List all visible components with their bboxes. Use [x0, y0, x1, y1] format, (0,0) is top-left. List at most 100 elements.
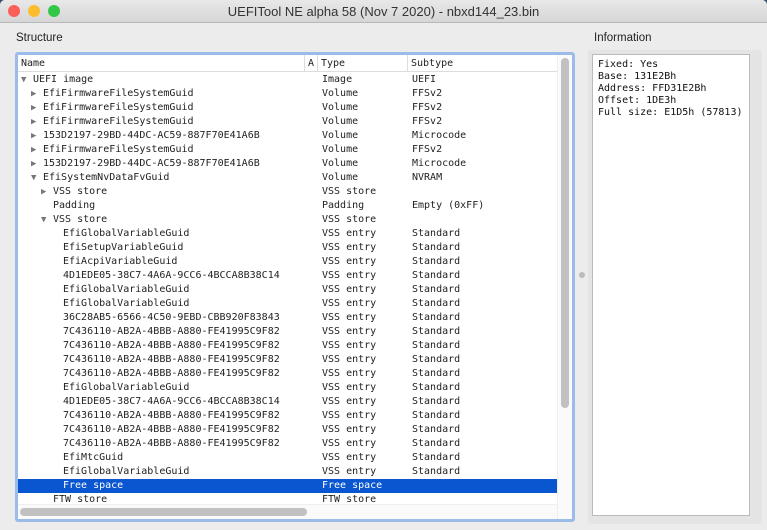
tree-row[interactable]: EfiGlobalVariableGuid VSS entry Standard	[18, 283, 557, 297]
column-header-subtype[interactable]: Subtype	[408, 55, 557, 72]
row-subtype: Empty (0xFF)	[412, 200, 485, 211]
disclosure-expanded-icon[interactable]: ▼	[41, 213, 46, 227]
information-panel: Fixed: Yes Base: 131E2Bh Address: FFD31E2B…	[588, 50, 762, 524]
close-button[interactable]	[8, 5, 20, 17]
disclosure-collapsed-icon[interactable]: ▶	[31, 115, 36, 129]
disclosure-collapsed-icon[interactable]: ▶	[31, 101, 36, 115]
tree-row[interactable]: ▶ VSS store VSS store	[18, 185, 557, 199]
row-name: VSS store	[53, 214, 108, 225]
row-name: EfiSetupVariableGuid	[63, 242, 184, 253]
row-name: EfiGlobalVariableGuid	[63, 466, 190, 477]
tree-row[interactable]: ▶ 153D2197-29BD-44DC-AC59-887F70E41A6B Vol…	[18, 157, 557, 171]
row-subtype: Standard	[412, 354, 461, 365]
row-type: VSS entry	[322, 270, 377, 281]
row-type: Volume	[322, 144, 359, 155]
row-name: 7C436110-AB2A-4BBB-A880-FE41995C9F82	[63, 438, 280, 449]
column-header-a[interactable]: A	[305, 55, 318, 72]
disclosure-collapsed-icon[interactable]: ▶	[31, 157, 36, 171]
tree-row[interactable]: EfiMtcGuid VSS entry Standard	[18, 451, 557, 465]
tree-row[interactable]: 7C436110-AB2A-4BBB-A880-FE41995C9F82 VSS …	[18, 353, 557, 367]
disclosure-collapsed-icon[interactable]: ▶	[31, 143, 36, 157]
tree-row[interactable]: EfiSetupVariableGuid VSS entry Standard	[18, 241, 557, 255]
row-subtype: Standard	[412, 382, 461, 393]
minimize-button[interactable]	[28, 5, 40, 17]
tree-row[interactable]: EfiGlobalVariableGuid VSS entry Standard	[18, 227, 557, 241]
row-name: EfiSystemNvDataFvGuid	[43, 172, 170, 183]
row-name: UEFI image	[33, 74, 94, 85]
disclosure-expanded-icon[interactable]: ▼	[31, 171, 36, 185]
tree-row[interactable]: ▼ VSS store VSS store	[18, 213, 557, 227]
vertical-scroll-thumb[interactable]	[561, 58, 569, 408]
column-header-name[interactable]: Name	[18, 55, 305, 72]
tree-row[interactable]: EfiAcpiVariableGuid VSS entry Standard	[18, 255, 557, 269]
tree-row[interactable]: EfiGlobalVariableGuid VSS entry Standard	[18, 297, 557, 311]
row-type: VSS entry	[322, 242, 377, 253]
row-type: Free space	[322, 480, 383, 491]
row-type: VSS entry	[322, 368, 377, 379]
row-type: VSS entry	[322, 228, 377, 239]
disclosure-collapsed-icon[interactable]: ▶	[31, 129, 36, 143]
horizontal-scroll-thumb[interactable]	[20, 508, 307, 516]
row-type: VSS entry	[322, 466, 377, 477]
row-name: 7C436110-AB2A-4BBB-A880-FE41995C9F82	[63, 340, 280, 351]
row-type: Volume	[322, 102, 359, 113]
row-subtype: Standard	[412, 466, 461, 477]
row-subtype: Standard	[412, 242, 461, 253]
row-type: VSS entry	[322, 354, 377, 365]
tree-row[interactable]: 7C436110-AB2A-4BBB-A880-FE41995C9F82 VSS …	[18, 423, 557, 437]
tree-row[interactable]: ▼ UEFI image Image UEFI	[18, 73, 557, 87]
horizontal-scrollbar[interactable]	[18, 504, 557, 519]
tree-row[interactable]: ▶ EfiFirmwareFileSystemGuid Volume FFSv2	[18, 143, 557, 157]
disclosure-collapsed-icon[interactable]: ▶	[31, 87, 36, 101]
row-subtype: Standard	[412, 270, 461, 281]
tree-row[interactable]: 7C436110-AB2A-4BBB-A880-FE41995C9F82 VSS …	[18, 367, 557, 381]
row-subtype: Standard	[412, 410, 461, 421]
app-window: UEFITool NE alpha 58 (Nov 7 2020) - nbxd…	[0, 0, 767, 530]
information-label: Information	[594, 32, 652, 44]
info-line: Address: FFD31E2Bh	[598, 83, 707, 94]
disclosure-expanded-icon[interactable]: ▼	[21, 73, 26, 87]
tree-row[interactable]: ▶ 153D2197-29BD-44DC-AC59-887F70E41A6B Vol…	[18, 129, 557, 143]
tree-row[interactable]: Padding Padding Empty (0xFF)	[18, 199, 557, 213]
splitter-handle[interactable]	[579, 272, 585, 278]
row-type: Volume	[322, 88, 359, 99]
row-subtype: FFSv2	[412, 102, 443, 113]
row-name: EfiGlobalVariableGuid	[63, 284, 190, 295]
tree-row[interactable]: ▶ EfiFirmwareFileSystemGuid Volume FFSv2	[18, 101, 557, 115]
row-subtype: FFSv2	[412, 116, 443, 127]
tree-row[interactable]: 4D1EDE05-38C7-4A6A-9CC6-4BCCA8B38C14 VSS …	[18, 395, 557, 409]
row-name: EfiMtcGuid	[63, 452, 124, 463]
tree-row[interactable]: ▶ EfiFirmwareFileSystemGuid Volume FFSv2	[18, 87, 557, 101]
row-type: Image	[322, 74, 353, 85]
tree-row[interactable]: 7C436110-AB2A-4BBB-A880-FE41995C9F82 VSS …	[18, 325, 557, 339]
structure-tree[interactable]: Name A Type Subtype ▼ UEFI image Image UEFI…	[15, 52, 575, 522]
row-type: VSS entry	[322, 298, 377, 309]
column-header-type[interactable]: Type	[318, 55, 408, 72]
tree-row[interactable]: ▼ EfiSystemNvDataFvGuid Volume NVRAM	[18, 171, 557, 185]
maximize-button[interactable]	[48, 5, 60, 17]
row-subtype: Standard	[412, 340, 461, 351]
row-subtype: Standard	[412, 438, 461, 449]
row-type: VSS entry	[322, 424, 377, 435]
tree-row[interactable]: 7C436110-AB2A-4BBB-A880-FE41995C9F82 VSS …	[18, 409, 557, 423]
row-subtype: Standard	[412, 228, 461, 239]
information-text[interactable]: Fixed: Yes Base: 131E2Bh Address: FFD31E2B…	[592, 54, 750, 516]
row-subtype: Standard	[412, 298, 461, 309]
tree-row[interactable]: Free space Free space	[18, 479, 557, 493]
disclosure-collapsed-icon[interactable]: ▶	[41, 185, 46, 199]
row-type: Volume	[322, 130, 359, 141]
info-line: Full size: E1D5h (57813)	[598, 107, 743, 118]
vertical-scrollbar[interactable]	[557, 55, 572, 519]
row-subtype: Standard	[412, 424, 461, 435]
row-name: EfiGlobalVariableGuid	[63, 382, 190, 393]
title-bar: UEFITool NE alpha 58 (Nov 7 2020) - nbxd…	[0, 0, 767, 23]
tree-row[interactable]: 36C28AB5-6566-4C50-9EBD-CBB920F83843 VSS …	[18, 311, 557, 325]
row-name: 153D2197-29BD-44DC-AC59-887F70E41A6B	[43, 130, 260, 141]
tree-row[interactable]: 7C436110-AB2A-4BBB-A880-FE41995C9F82 VSS …	[18, 437, 557, 451]
tree-row[interactable]: EfiGlobalVariableGuid VSS entry Standard	[18, 465, 557, 479]
tree-row[interactable]: EfiGlobalVariableGuid VSS entry Standard	[18, 381, 557, 395]
tree-row[interactable]: 4D1EDE05-38C7-4A6A-9CC6-4BCCA8B38C14 VSS …	[18, 269, 557, 283]
row-type: Volume	[322, 172, 359, 183]
tree-row[interactable]: ▶ EfiFirmwareFileSystemGuid Volume FFSv2	[18, 115, 557, 129]
tree-row[interactable]: 7C436110-AB2A-4BBB-A880-FE41995C9F82 VSS …	[18, 339, 557, 353]
